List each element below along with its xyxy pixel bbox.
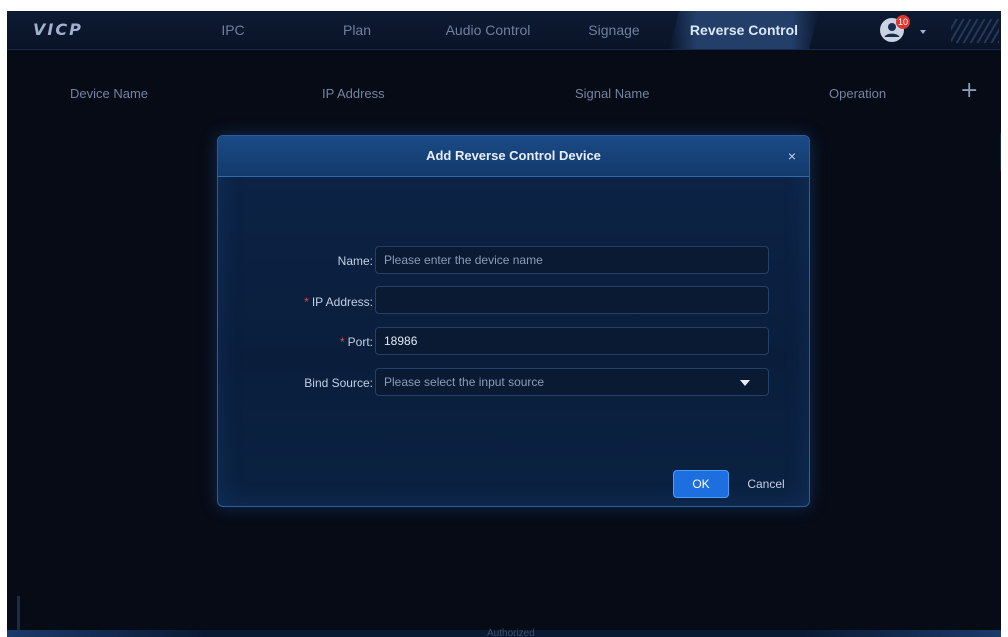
ip-address-input[interactable] (375, 286, 769, 314)
bind-source-label-text: Bind Source: (304, 376, 373, 390)
top-nav-bar: VICP IPC Plan Audio Control Signage Reve… (7, 11, 1001, 50)
chevron-down-icon[interactable] (920, 30, 926, 34)
app-logo: VICP (33, 20, 83, 39)
required-marker: * (304, 295, 309, 309)
tab-reverse-control[interactable]: Reverse Control (669, 11, 819, 49)
column-header-operation: Operation (829, 86, 887, 101)
bind-source-placeholder: Please select the input source (384, 375, 545, 389)
name-label-text: Name: (337, 254, 373, 268)
ip-address-label: * IP Address: (218, 295, 373, 309)
device-name-input[interactable]: Please enter the device name (375, 246, 769, 274)
frame-corner (17, 596, 20, 632)
column-header-device-name: Device Name (70, 86, 149, 101)
required-marker: * (339, 335, 345, 349)
bind-source-label: Bind Source: (218, 376, 373, 390)
dialog-header: Add Reverse Control Device × (218, 136, 809, 177)
column-header-signal-name: Signal Name (575, 86, 650, 101)
side-handle[interactable] (1000, 131, 1001, 173)
cancel-button[interactable]: Cancel (736, 470, 796, 498)
tab-audio-control[interactable]: Audio Control (435, 11, 541, 49)
dialog-title: Add Reverse Control Device (426, 148, 601, 163)
name-label: Name: (218, 254, 373, 268)
column-header-ip-address: IP Address (322, 86, 385, 101)
close-icon[interactable]: × (783, 147, 801, 165)
ok-button[interactable]: OK (673, 470, 729, 498)
tab-signage[interactable]: Signage (579, 11, 649, 49)
add-device-plus-icon[interactable]: + (960, 80, 978, 102)
port-label-text: Port: (347, 335, 373, 349)
footer-authorized-text: Authorized (487, 628, 535, 637)
ip-address-label-text: IP Address: (311, 295, 373, 309)
tab-plan[interactable]: Plan (332, 11, 382, 49)
tab-ipc[interactable]: IPC (213, 11, 253, 49)
port-input[interactable]: 18986 (375, 327, 769, 355)
notification-badge: 10 (896, 15, 910, 29)
dropdown-caret-icon (740, 380, 750, 386)
decorative-stripes (951, 19, 999, 43)
app-window: VICP IPC Plan Audio Control Signage Reve… (7, 11, 1001, 637)
add-reverse-control-device-dialog: Add Reverse Control Device × Name: Pleas… (217, 135, 810, 507)
port-label: * Port: (218, 335, 373, 349)
bind-source-select[interactable]: Please select the input source (375, 368, 769, 396)
